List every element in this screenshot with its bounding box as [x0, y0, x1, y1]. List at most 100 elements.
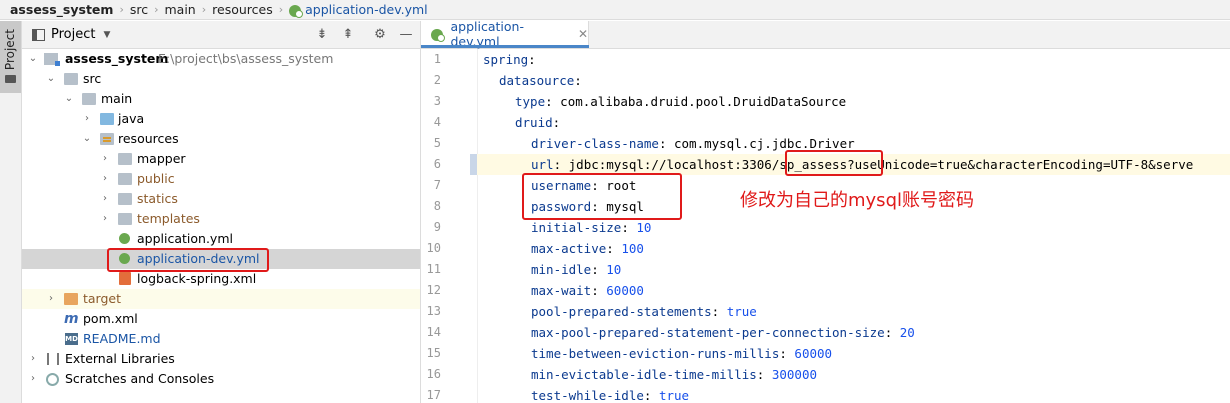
- tree-node[interactable]: › templates: [22, 209, 420, 229]
- tree-label: templates: [137, 211, 200, 226]
- gear-icon[interactable]: ⚙: [372, 27, 388, 42]
- highlight-box: [522, 173, 682, 220]
- chevron-right-icon[interactable]: ›: [28, 369, 38, 389]
- tree-node[interactable]: ⌄ assess_system E:\project\bs\assess_sys…: [22, 49, 420, 69]
- tree-node[interactable]: › target: [22, 289, 420, 309]
- tree-label: pom.xml: [83, 311, 138, 326]
- tree-label: mapper: [137, 151, 186, 166]
- tree-node[interactable]: › java: [22, 109, 420, 129]
- line-number: 7: [433, 178, 441, 192]
- chevron-down-icon[interactable]: ⌄: [28, 49, 38, 69]
- project-panel-header: Project ▼ ⇟ ⇞ ⚙ —: [22, 21, 420, 49]
- tree-label: statics: [137, 191, 178, 206]
- line-number: 5: [433, 136, 441, 150]
- chevron-down-icon[interactable]: ▼: [103, 30, 110, 40]
- project-tool-tab[interactable]: Project: [0, 21, 21, 93]
- code-line[interactable]: pool-prepared-statements: true: [477, 301, 757, 322]
- code-line[interactable]: type: com.alibaba.druid.pool.DruidDataSo…: [477, 91, 846, 112]
- line-number: 13: [426, 304, 441, 318]
- close-icon[interactable]: ✕: [578, 27, 588, 41]
- tree-node[interactable]: ⌄ src: [22, 69, 420, 89]
- yaml-value: 300000: [771, 367, 817, 382]
- code-line[interactable]: druid:: [477, 112, 560, 133]
- tree-node[interactable]: ⌄ resources: [22, 129, 420, 149]
- chevron-down-icon[interactable]: ⌄: [64, 89, 74, 109]
- yaml-colon: :: [606, 241, 622, 256]
- chevron-right-icon[interactable]: ›: [100, 209, 110, 229]
- tree-node[interactable]: logback-spring.xml: [22, 269, 420, 289]
- chevron-right-icon[interactable]: ›: [100, 189, 110, 209]
- breadcrumb-file[interactable]: application-dev.yml: [305, 2, 428, 17]
- tree-node[interactable]: ⌄ main: [22, 89, 420, 109]
- yaml-value: true: [658, 388, 690, 403]
- source-folder-icon: [100, 113, 114, 125]
- chevron-right-icon[interactable]: ›: [100, 169, 110, 189]
- folder-icon: [5, 75, 16, 83]
- code-line[interactable]: time-between-eviction-runs-millis: 60000: [477, 343, 832, 364]
- tree-node[interactable]: › public: [22, 169, 420, 189]
- tool-window-stripe: Project: [0, 21, 22, 403]
- code-line[interactable]: min-evictable-idle-time-millis: 300000: [477, 364, 817, 385]
- tree-node[interactable]: › Scratches and Consoles: [22, 369, 420, 389]
- line-number: 17: [426, 388, 441, 402]
- chevron-right-icon[interactable]: ›: [82, 109, 92, 129]
- yaml-colon: :: [553, 157, 569, 172]
- breadcrumb-src[interactable]: src: [130, 2, 148, 17]
- line-number: 4: [433, 115, 441, 129]
- project-view-title[interactable]: Project: [51, 27, 95, 42]
- change-marker: [470, 154, 477, 175]
- yaml-key: pool-prepared-statements: [531, 304, 712, 319]
- project-view-icon: [32, 28, 45, 41]
- yaml-key: spring: [483, 52, 529, 67]
- code-editor[interactable]: spring: datasource: type: com.alibaba.drui…: [477, 49, 1230, 403]
- breadcrumb-resources[interactable]: resources: [212, 2, 273, 17]
- collapse-all-icon[interactable]: ⇞: [340, 27, 356, 42]
- tree-node[interactable]: › External Libraries: [22, 349, 420, 369]
- yaml-key: min-evictable-idle-time-millis: [531, 367, 757, 382]
- yaml-colon: :: [528, 52, 536, 67]
- tree-label: src: [83, 71, 102, 86]
- chevron-right-icon[interactable]: ›: [46, 289, 56, 309]
- chevron-down-icon[interactable]: ⌄: [46, 69, 56, 89]
- yaml-value: 100: [621, 241, 644, 256]
- tree-label: java: [118, 111, 145, 126]
- tree-node[interactable]: m pom.xml: [22, 309, 420, 329]
- folder-icon: [118, 173, 132, 185]
- line-number: 6: [433, 157, 441, 171]
- tree-node[interactable]: › mapper: [22, 149, 420, 169]
- folder-icon: [118, 153, 132, 165]
- breadcrumb-separator: ›: [278, 3, 284, 16]
- yaml-file-icon: [119, 233, 130, 244]
- tree-node[interactable]: › statics: [22, 189, 420, 209]
- expand-all-icon[interactable]: ⇟: [314, 27, 330, 42]
- tree-label: public: [137, 171, 175, 186]
- minimize-icon[interactable]: —: [398, 27, 414, 42]
- breadcrumb-main[interactable]: main: [165, 2, 196, 17]
- editor-tab-bar: application-dev.yml ✕: [421, 19, 1230, 49]
- chevron-right-icon[interactable]: ›: [28, 349, 38, 369]
- tree-label: application.yml: [137, 231, 233, 246]
- line-number: 10: [426, 241, 441, 255]
- yaml-colon: :: [591, 283, 607, 298]
- code-line[interactable]: test-while-idle: true: [477, 385, 689, 403]
- breadcrumb-project[interactable]: assess_system: [10, 2, 113, 17]
- code-line[interactable]: spring:: [477, 49, 536, 70]
- tab-application-dev-yml[interactable]: application-dev.yml ✕: [421, 19, 589, 49]
- tree-label: resources: [118, 131, 179, 146]
- chevron-down-icon[interactable]: ⌄: [82, 129, 92, 149]
- code-line[interactable]: max-pool-prepared-statement-per-connecti…: [477, 322, 915, 343]
- chevron-right-icon[interactable]: ›: [100, 149, 110, 169]
- code-line[interactable]: datasource:: [477, 70, 582, 91]
- yaml-value: 20: [899, 325, 915, 340]
- yaml-key: initial-size: [531, 220, 622, 235]
- yaml-key: max-pool-prepared-statement-per-connecti…: [531, 325, 885, 340]
- annotation-text: 修改为自己的mysql账号密码: [740, 190, 974, 211]
- code-line[interactable]: max-wait: 60000: [477, 280, 644, 301]
- code-line[interactable]: max-active: 100: [477, 238, 644, 259]
- tree-node[interactable]: application.yml: [22, 229, 420, 249]
- project-tool-label: Project: [3, 29, 17, 71]
- code-line[interactable]: initial-size: 10: [477, 217, 651, 238]
- tree-node[interactable]: MD README.md: [22, 329, 420, 349]
- yaml-colon: :: [591, 262, 607, 277]
- code-line[interactable]: min-idle: 10: [477, 259, 621, 280]
